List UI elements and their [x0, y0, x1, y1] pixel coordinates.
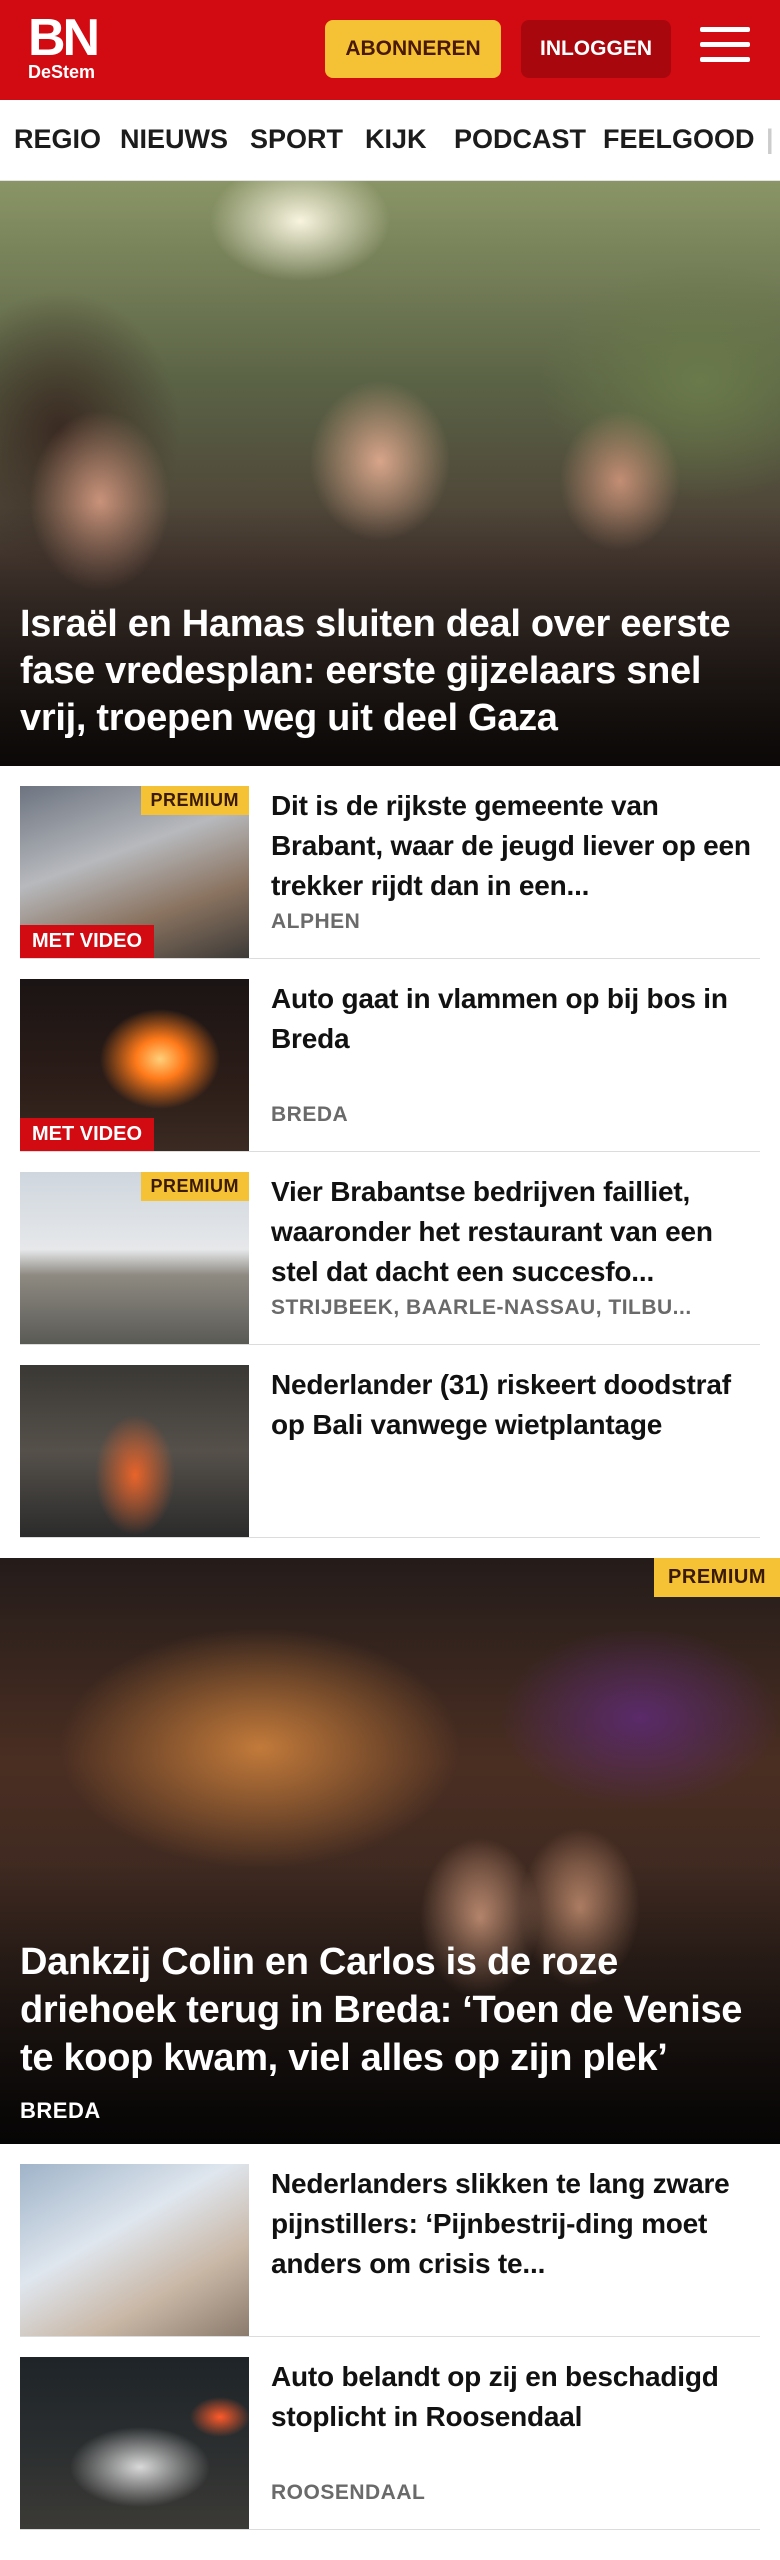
section-nav: REGIO NIEUWS SPORT KIJK PODCAST FEELGOOD…	[0, 100, 780, 181]
premium-badge: PREMIUM	[140, 786, 249, 815]
list-item[interactable]: PREMIUM Vier Brabantse bedrijven faillie…	[20, 1152, 760, 1345]
article-thumbnail[interactable]: PREMIUM	[20, 1172, 249, 1344]
hero-title[interactable]: Israël en Hamas sluiten deal over eerste…	[20, 601, 760, 742]
article-thumbnail[interactable]	[20, 2164, 249, 2336]
bn-destem-logo[interactable]: BN DeStem	[28, 9, 118, 82]
list-item[interactable]: PREMIUM MET VIDEO Dit is de rijkste geme…	[20, 766, 760, 959]
list-item[interactable]: Nederlander (31) riskeert doodstraf op B…	[20, 1345, 760, 1538]
article-thumbnail[interactable]	[20, 2357, 249, 2529]
article-list: Nederlanders slikken te lang zware pijns…	[0, 2144, 780, 2530]
article-location	[271, 1513, 760, 1517]
video-badge: MET VIDEO	[20, 1118, 155, 1151]
hamburger-menu-icon[interactable]	[700, 27, 750, 71]
article-location: STRIJBEEK, BAARLE-NASSAU, TILBU...	[271, 1296, 692, 1319]
video-badge: MET VIDEO	[20, 925, 155, 958]
article-location	[271, 2312, 760, 2316]
article-thumbnail[interactable]: MET VIDEO	[20, 979, 249, 1151]
nav-item-feelgood[interactable]: FEELGOOD	[603, 100, 755, 180]
nav-item-kijk[interactable]: KIJK	[365, 100, 427, 180]
article-thumbnail[interactable]: PREMIUM MET VIDEO	[20, 786, 249, 958]
article-title[interactable]: Auto belandt op zij en beschadigd stopli…	[271, 2357, 760, 2437]
article-title[interactable]: Nederlanders slikken te lang zware pijns…	[271, 2164, 760, 2284]
premium-badge: PREMIUM	[140, 1172, 249, 1201]
article-title[interactable]: Vier Brabantse bedrijven failliet, waaro…	[271, 1172, 760, 1292]
hero-article[interactable]: Israël en Hamas sluiten deal over eerste…	[0, 181, 780, 766]
nav-item-podcast[interactable]: PODCAST	[454, 100, 586, 180]
list-item[interactable]: Nederlanders slikken te lang zware pijns…	[20, 2144, 760, 2337]
login-button[interactable]: INLOGGEN	[521, 20, 671, 78]
feature-title[interactable]: Dankzij Colin en Carlos is de roze drieh…	[20, 1938, 760, 2082]
article-thumbnail[interactable]	[20, 1365, 249, 1537]
article-location: ROOSENDAAL	[271, 2481, 426, 2504]
article-title[interactable]: Auto gaat in vlammen op bij bos in Breda	[271, 979, 760, 1059]
article-title[interactable]: Nederlander (31) riskeert doodstraf op B…	[271, 1365, 760, 1445]
article-location: BREDA	[271, 1103, 349, 1126]
article-list: PREMIUM MET VIDEO Dit is de rijkste geme…	[0, 766, 780, 1538]
nav-item-nieuws[interactable]: NIEUWS	[120, 100, 228, 180]
nav-overflow-indicator: |	[766, 124, 774, 154]
feature-article[interactable]: PREMIUM Dankzij Colin en Carlos is de ro…	[0, 1558, 780, 2144]
feature-location: BREDA	[20, 2098, 101, 2123]
nav-item-sport[interactable]: SPORT	[250, 100, 343, 180]
logo-main-text: BN	[28, 9, 100, 67]
subscribe-button[interactable]: ABONNEREN	[325, 20, 501, 78]
list-item[interactable]: MET VIDEO Auto gaat in vlammen op bij bo…	[20, 959, 760, 1152]
list-item[interactable]: Auto belandt op zij en beschadigd stopli…	[20, 2337, 760, 2530]
article-location: ALPHEN	[271, 910, 361, 933]
site-header: BN DeStem ABONNEREN INLOGGEN	[0, 0, 780, 100]
nav-item-regio[interactable]: REGIO	[14, 100, 101, 180]
article-title[interactable]: Dit is de rijkste gemeente van Brabant, …	[271, 786, 760, 906]
logo-sub-text: DeStem	[28, 62, 96, 82]
premium-badge: PREMIUM	[654, 1558, 780, 1597]
